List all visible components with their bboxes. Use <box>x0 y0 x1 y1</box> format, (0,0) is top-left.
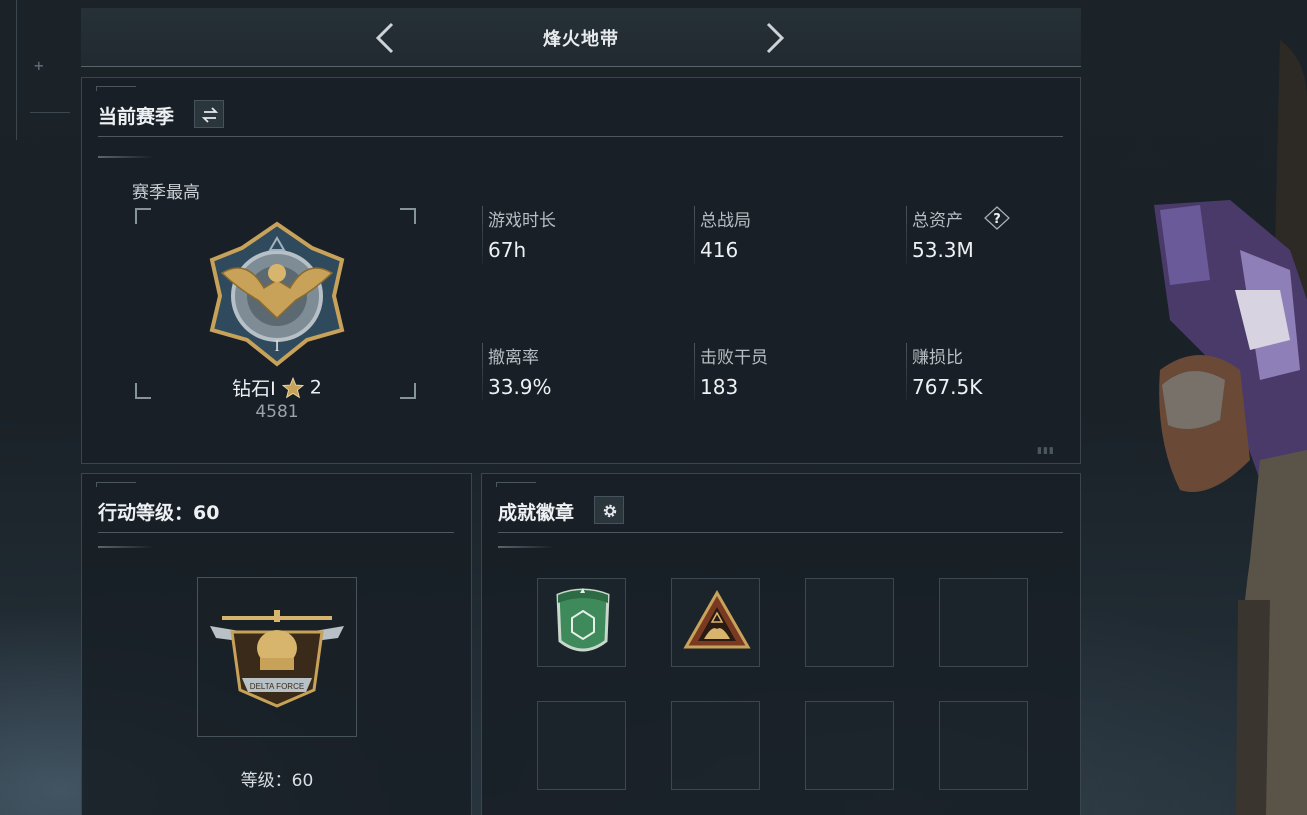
star-icon <box>281 376 304 398</box>
season-switch-button[interactable] <box>194 100 224 128</box>
stat-value: 767.5K <box>912 375 983 399</box>
frame-corner <box>135 208 151 224</box>
divider-accent <box>98 546 154 548</box>
stat-label: 击败干员 <box>700 348 768 368</box>
triangle-hands-badge-icon <box>683 589 751 649</box>
stat-profit-loss-ratio: 赚损比 767.5K <box>906 343 1106 401</box>
achievement-badges-panel: 成就徽章 <box>481 473 1081 815</box>
svg-text:?: ? <box>993 212 1001 227</box>
rank-stars: 2 <box>309 376 322 399</box>
badge-slot[interactable] <box>537 578 626 667</box>
stat-value: 53.3M <box>912 238 974 262</box>
level-text: 等级：60 <box>240 771 314 791</box>
svg-text:DELTA FORCE: DELTA FORCE <box>250 682 304 691</box>
divider <box>482 343 483 401</box>
action-level-title: 行动等级：60 <box>98 502 220 524</box>
divider-accent <box>98 156 154 158</box>
mode-selector-bar: 烽火地带 <box>81 8 1081 67</box>
diamond-rank-emblem-icon: I <box>202 218 352 372</box>
badge-slot-empty[interactable] <box>939 701 1028 790</box>
stat-value: 416 <box>700 238 739 262</box>
stat-operators-defeated: 击败干员 183 <box>694 343 894 401</box>
divider <box>498 532 1063 533</box>
decor-line <box>30 112 70 113</box>
badge-settings-button[interactable] <box>594 496 624 524</box>
divider <box>906 206 907 264</box>
divider <box>694 206 695 264</box>
season-peak-label: 赛季最高 <box>132 183 200 203</box>
frame-corner <box>400 208 416 224</box>
helicopter-level-emblem-icon: DELTA FORCE <box>202 596 352 716</box>
rank-name-row: 钻石I 2 <box>82 374 472 401</box>
divider <box>98 532 454 533</box>
mode-title: 烽火地带 <box>543 29 619 50</box>
panel-corner-decor <box>96 86 136 91</box>
badge-slot-empty[interactable] <box>671 701 760 790</box>
level-emblem-frame: DELTA FORCE <box>197 577 357 737</box>
stat-value: 67h <box>488 238 527 262</box>
swap-arrows-icon <box>201 107 219 123</box>
stat-label: 赚损比 <box>912 348 963 368</box>
action-level-panel: 行动等级：60 DELTA FORCE 等级：60 <box>81 473 472 815</box>
badge-slot-empty[interactable] <box>939 578 1028 667</box>
divider <box>906 343 907 401</box>
stat-label: 总资产 <box>912 211 963 231</box>
divider <box>98 136 1063 137</box>
divider-accent <box>498 546 554 548</box>
decor-line <box>16 0 17 140</box>
current-season-panel: 当前赛季 赛季最高 I 钻石I 2 4581 游戏时长 67h 总战局 416 … <box>81 77 1081 464</box>
badge-slot-empty[interactable] <box>805 578 894 667</box>
divider <box>694 343 695 401</box>
stat-label: 总战局 <box>700 211 751 231</box>
green-shield-badge-icon <box>556 588 610 652</box>
rank-score: 4581 <box>255 402 299 422</box>
achievements-title: 成就徽章 <box>498 502 575 524</box>
rank-name: 钻石I <box>232 378 276 400</box>
stat-label: 撤离率 <box>488 348 539 368</box>
badge-slot-empty[interactable] <box>805 701 894 790</box>
panel-corner-decor <box>496 482 536 487</box>
stat-label: 游戏时长 <box>488 211 556 231</box>
badge-slot[interactable] <box>671 578 760 667</box>
stat-value: 33.9% <box>488 375 552 399</box>
stat-value: 183 <box>700 375 739 399</box>
stat-play-time: 游戏时长 67h <box>482 206 682 264</box>
svg-text:I: I <box>274 338 279 355</box>
panel-corner-decor: ▮▮▮ <box>1037 446 1055 456</box>
badge-slot-empty[interactable] <box>537 701 626 790</box>
question-icon[interactable]: ? <box>984 206 1010 234</box>
operator-character-art <box>1140 40 1307 815</box>
chevron-right-icon[interactable] <box>758 22 788 54</box>
divider <box>482 206 483 264</box>
stat-extract-rate: 撤离率 33.9% <box>482 343 682 401</box>
season-title: 当前赛季 <box>98 106 175 128</box>
stat-total-assets: 总资产 ? 53.3M <box>906 206 1106 264</box>
stat-total-matches: 总战局 416 <box>694 206 894 264</box>
plus-decor-icon: + <box>34 56 44 75</box>
gear-icon <box>603 504 617 518</box>
panel-corner-decor <box>96 482 136 487</box>
